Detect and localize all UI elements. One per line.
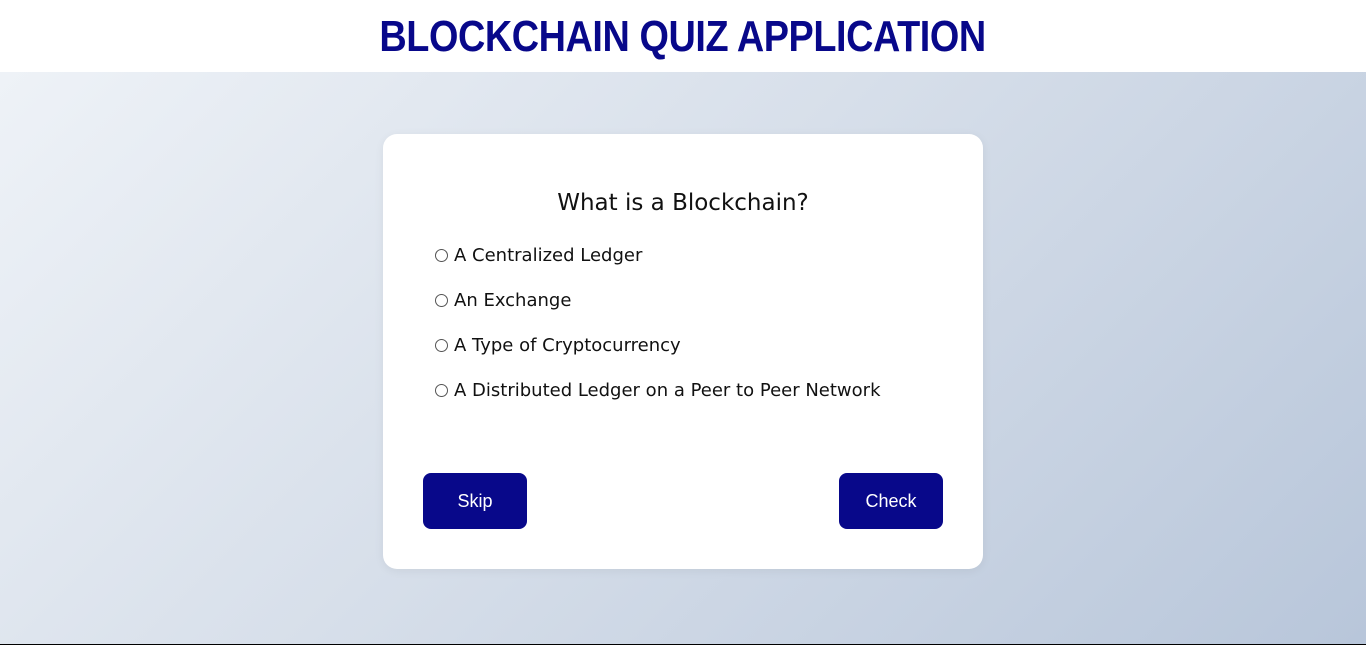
radio-button-4[interactable] <box>435 383 448 397</box>
quiz-card: What is a Blockchain? A Centralized Ledg… <box>383 134 983 569</box>
answer-option-4[interactable]: A Distributed Ledger on a Peer to Peer N… <box>435 375 955 405</box>
main-area: What is a Blockchain? A Centralized Ledg… <box>0 72 1366 644</box>
answer-option-2[interactable]: An Exchange <box>435 285 955 315</box>
answer-option-label: A Centralized Ledger <box>454 244 643 266</box>
app-header: BLOCKCHAIN QUIZ APPLICATION <box>0 0 1366 72</box>
answer-option-label: A Distributed Ledger on a Peer to Peer N… <box>454 379 881 401</box>
app-title: BLOCKCHAIN QUIZ APPLICATION <box>379 12 987 61</box>
radio-button-2[interactable] <box>435 293 448 307</box>
answer-options: A Centralized Ledger An Exchange A Type … <box>435 240 955 420</box>
radio-button-3[interactable] <box>435 338 448 352</box>
answer-option-1[interactable]: A Centralized Ledger <box>435 240 955 270</box>
answer-option-label: A Type of Cryptocurrency <box>454 334 681 356</box>
skip-button[interactable]: Skip <box>423 473 527 529</box>
radio-button-1[interactable] <box>435 248 448 262</box>
question-text: What is a Blockchain? <box>557 190 809 216</box>
check-button[interactable]: Check <box>839 473 943 529</box>
answer-option-3[interactable]: A Type of Cryptocurrency <box>435 330 955 360</box>
answer-option-label: An Exchange <box>454 289 572 311</box>
